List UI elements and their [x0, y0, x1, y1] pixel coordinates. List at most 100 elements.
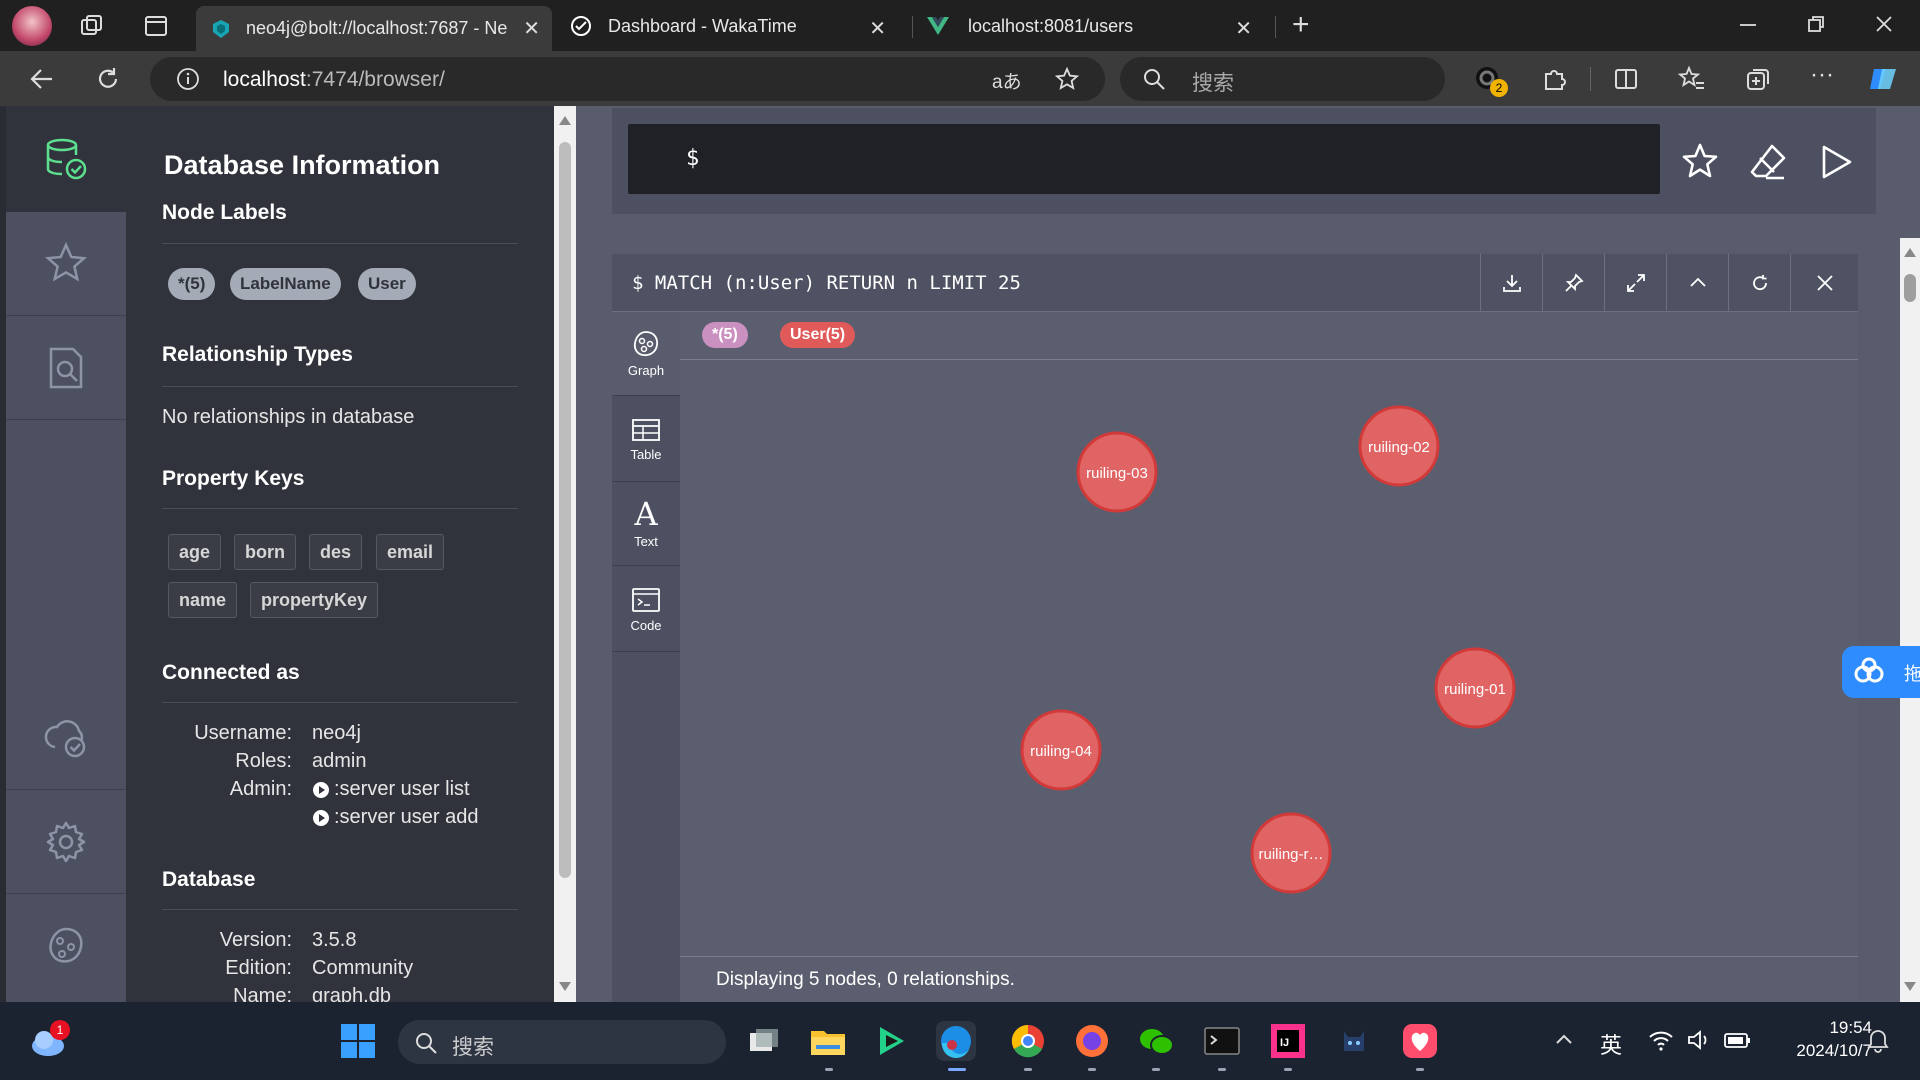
weather-widget[interactable]: 1 — [28, 1020, 72, 1058]
task-view-icon[interactable] — [744, 1021, 784, 1061]
favorites-list-icon[interactable] — [1678, 65, 1706, 93]
more-menu-icon[interactable]: ··· — [1810, 63, 1838, 93]
drawer-scrollbar[interactable] — [554, 106, 576, 1002]
view-text[interactable]: A Text — [612, 482, 680, 566]
terminal-icon[interactable] — [1202, 1021, 1242, 1061]
tab-close-icon[interactable]: ✕ — [869, 16, 886, 41]
view-graph[interactable]: Graph — [612, 312, 680, 396]
node-label-tag[interactable]: User — [358, 268, 416, 300]
restore-icon[interactable] — [1804, 12, 1828, 36]
chrome-icon[interactable] — [1008, 1021, 1048, 1061]
download-button[interactable] — [1480, 254, 1542, 312]
view-table[interactable]: Table — [612, 398, 680, 482]
edge-icon[interactable] — [936, 1021, 976, 1061]
taskbar-search[interactable]: 搜索 — [398, 1020, 726, 1064]
tab-wakatime[interactable]: Dashboard - WakaTime ✕ — [556, 6, 906, 46]
tab-close-icon[interactable]: ✕ — [1235, 16, 1252, 41]
battery-icon[interactable] — [1722, 1028, 1752, 1052]
property-key[interactable]: propertyKey — [250, 582, 379, 618]
main-scrollbar[interactable] — [1900, 238, 1920, 1002]
legend-user-label[interactable]: User(5) — [780, 322, 856, 348]
taskbar-clock[interactable]: 19:54 2024/10/7 — [1768, 1016, 1872, 1062]
node-labels-heading: Node Labels — [162, 201, 287, 224]
connected-as-heading: Connected as — [162, 661, 300, 684]
firefox-icon[interactable] — [1072, 1021, 1112, 1061]
minimize-icon[interactable] — [1736, 12, 1760, 36]
split-screen-icon[interactable] — [1612, 65, 1640, 93]
sidebar-item-settings[interactable] — [6, 790, 126, 894]
web-search-box[interactable]: 搜索 — [1120, 57, 1445, 101]
sidebar-item-favorites[interactable] — [6, 212, 126, 316]
graph-node[interactable]: ruiling-02 — [1358, 405, 1440, 487]
node-label-tag[interactable]: LabelName — [230, 268, 341, 300]
jetbrains-gateway-icon[interactable] — [872, 1021, 912, 1061]
floating-baidu-button[interactable]: 拖 — [1842, 646, 1920, 698]
run-query-icon[interactable] — [1816, 142, 1856, 182]
extensions-puzzle-icon[interactable] — [1540, 65, 1568, 93]
graph-node[interactable]: ruiling-04 — [1020, 709, 1102, 791]
svg-text:IJ: IJ — [1280, 1037, 1289, 1049]
wifi-icon[interactable] — [1648, 1028, 1674, 1052]
sidebar-item-documents[interactable] — [6, 316, 126, 420]
sidebar-item-about[interactable] — [6, 894, 126, 998]
fullscreen-button[interactable] — [1604, 254, 1666, 312]
node-label-tag[interactable]: *(5) — [168, 268, 216, 300]
intellij-icon[interactable]: IJ — [1268, 1021, 1308, 1061]
sidebar-item-sync[interactable] — [6, 686, 126, 790]
sidebar-item-database[interactable] — [6, 106, 126, 212]
property-key[interactable]: name — [168, 582, 238, 618]
tab-localhost-users[interactable]: localhost:8081/users ✕ — [916, 6, 1272, 46]
view-code[interactable]: Code — [612, 568, 680, 652]
volume-icon[interactable] — [1686, 1028, 1712, 1052]
refresh-icon[interactable] — [94, 65, 122, 93]
version-value: 3.5.8 — [312, 929, 357, 951]
tray-overflow-icon[interactable] — [1554, 1030, 1574, 1050]
close-frame-button[interactable] — [1790, 254, 1858, 312]
graph-node[interactable]: ruiling-01 — [1434, 647, 1516, 729]
favorite-star-icon[interactable] — [1054, 66, 1080, 92]
copilot-icon[interactable] — [1868, 65, 1896, 93]
server-user-list-link[interactable]: :server user list — [312, 778, 470, 801]
translate-icon[interactable]: aあ — [992, 67, 1022, 94]
pin-button[interactable] — [1542, 254, 1604, 312]
window-close-icon[interactable] — [1872, 12, 1896, 36]
extension-icon[interactable]: 2 — [1474, 65, 1508, 97]
pink-app-icon[interactable] — [1400, 1021, 1440, 1061]
sync-icon — [43, 715, 89, 761]
legend-all-nodes[interactable]: *(5) — [702, 322, 748, 348]
address-bar[interactable]: localhost:7474/browser/ aあ — [150, 57, 1105, 101]
property-key[interactable]: born — [234, 534, 296, 570]
main-scroll-thumb[interactable] — [1904, 274, 1916, 302]
collapse-button[interactable] — [1666, 254, 1728, 312]
new-tab-button[interactable]: + — [1292, 10, 1322, 40]
property-key[interactable]: email — [376, 534, 445, 570]
start-button[interactable] — [338, 1021, 378, 1061]
cypher-editor[interactable]: $ — [628, 124, 1660, 194]
collections-icon[interactable] — [1744, 65, 1772, 93]
ime-indicator[interactable]: 英 — [1600, 1028, 1622, 1060]
workspaces-icon[interactable] — [78, 12, 106, 40]
file-explorer-icon[interactable] — [808, 1021, 848, 1061]
clear-editor-icon[interactable] — [1748, 142, 1788, 182]
profile-avatar[interactable] — [12, 6, 52, 46]
server-user-add-link[interactable]: :server user add — [312, 806, 479, 829]
favorite-query-icon[interactable] — [1680, 142, 1720, 182]
tab-actions-icon[interactable] — [142, 12, 170, 40]
frame-query[interactable]: $ MATCH (n:User) RETURN n LIMIT 25 — [632, 272, 1021, 294]
graph-canvas[interactable]: ruiling-03 ruiling-02 ruiling-01 ruiling… — [680, 360, 1858, 956]
notification-bell-icon[interactable] — [1866, 1028, 1890, 1054]
floating-button-label: 拖 — [1904, 664, 1920, 684]
back-icon[interactable] — [28, 65, 56, 93]
property-key[interactable]: des — [309, 534, 363, 570]
wechat-icon[interactable] — [1136, 1021, 1176, 1061]
property-key[interactable]: age — [168, 534, 222, 570]
graph-node[interactable]: ruiling-03 — [1076, 431, 1158, 513]
cat-app-icon[interactable] — [1334, 1021, 1374, 1061]
edition-label: Edition: — [225, 957, 292, 979]
rerun-button[interactable] — [1728, 254, 1790, 312]
tab-close-icon[interactable]: ✕ — [523, 16, 540, 41]
tab-neo4j[interactable]: neo4j@bolt://localhost:7687 - Ne ✕ — [196, 6, 552, 51]
drawer-scroll-thumb[interactable] — [559, 142, 571, 878]
site-info-icon[interactable] — [176, 67, 200, 91]
graph-node[interactable]: ruiling-r… — [1250, 812, 1332, 894]
